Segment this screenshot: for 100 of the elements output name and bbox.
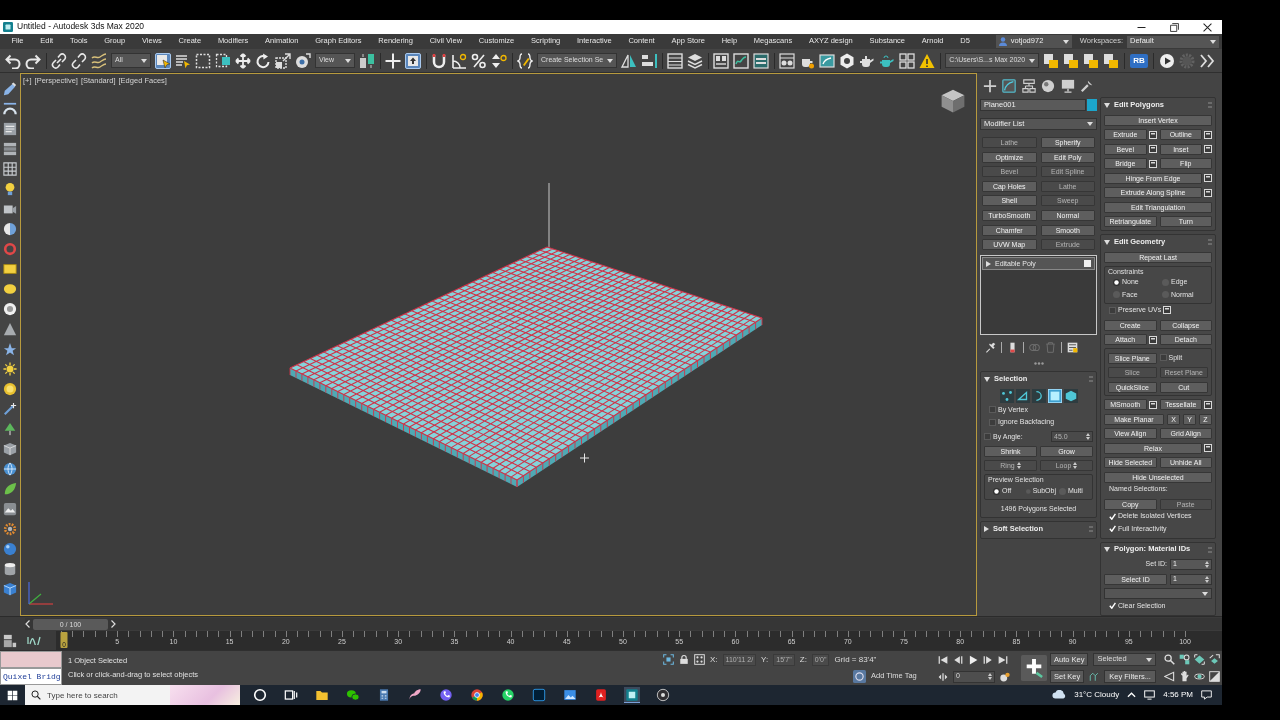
settings-square-icon[interactable] — [1204, 174, 1212, 182]
spinner-arrows-icon[interactable] — [988, 673, 992, 680]
mirror-triangles-icon[interactable] — [621, 52, 638, 69]
circle-icon[interactable] — [1041, 79, 1056, 93]
magnet-icon[interactable] — [431, 52, 447, 69]
move-arrows-icon[interactable] — [235, 52, 251, 69]
dot-pair-icon[interactable] — [1000, 671, 1010, 682]
layers-icon[interactable] — [687, 52, 704, 69]
pin-icon[interactable] — [985, 341, 996, 353]
chevron-up-icon[interactable] — [1127, 692, 1137, 698]
star-icon[interactable] — [2, 342, 17, 356]
field-of-view-icon[interactable] — [1164, 671, 1175, 682]
arrow-square-icon[interactable] — [405, 52, 421, 69]
document-icon[interactable] — [2, 122, 17, 136]
cursor-square-icon[interactable] — [155, 52, 171, 69]
zigzag-icon[interactable] — [1089, 671, 1100, 682]
clock-time[interactable]: 4:56 PM — [1163, 690, 1193, 700]
pencil-icon[interactable] — [2, 82, 17, 96]
chevron-right-icon[interactable] — [111, 620, 116, 628]
dashed-square-icon[interactable] — [195, 52, 211, 69]
gear-icon[interactable] — [2, 522, 17, 536]
document-icon[interactable] — [593, 687, 609, 703]
radio-button[interactable] — [993, 487, 1000, 495]
close-icon[interactable] — [1203, 22, 1212, 32]
lock-icon[interactable] — [679, 654, 689, 665]
checkbox[interactable] — [1109, 307, 1116, 314]
settings-square-icon[interactable] — [1204, 400, 1212, 409]
minimize-icon[interactable] — [1137, 26, 1146, 28]
blocks-icon[interactable] — [3, 633, 17, 648]
cube-icon[interactable] — [940, 88, 966, 114]
chain-link-icon[interactable] — [51, 52, 67, 69]
dice-icon[interactable] — [694, 654, 705, 665]
circle-ring-icon[interactable] — [252, 687, 268, 703]
go-to-end-icon[interactable] — [998, 654, 1008, 665]
frame-window-icon[interactable] — [819, 52, 836, 69]
checkbox[interactable] — [984, 433, 991, 441]
triangle-edge-icon[interactable] — [1015, 388, 1030, 403]
cube-icon[interactable] — [2, 442, 17, 456]
overlap-squares-icon[interactable] — [1103, 52, 1120, 69]
checkbox[interactable] — [989, 406, 996, 414]
disc-icon[interactable] — [2, 302, 17, 316]
chevron-left-icon[interactable] — [25, 620, 30, 628]
tree-icon[interactable] — [2, 422, 17, 436]
zoom-icon[interactable] — [1164, 654, 1175, 665]
rb-button[interactable]: RB — [1130, 53, 1148, 68]
warning-icon[interactable] — [919, 52, 936, 69]
stack-icon[interactable] — [2, 142, 17, 156]
tri-color-circle-icon[interactable] — [469, 687, 485, 703]
pan-hand-icon[interactable] — [1179, 671, 1190, 682]
sun-icon[interactable] — [2, 362, 17, 376]
monitor-icon[interactable] — [1060, 79, 1075, 93]
vertical-bar-icon[interactable] — [1007, 341, 1018, 353]
task-view-icon[interactable] — [283, 687, 299, 703]
wrench-icon[interactable] — [1079, 79, 1094, 93]
crossing-square-icon[interactable] — [215, 52, 231, 69]
hierarchy-icon[interactable] — [1021, 79, 1036, 93]
resize-grip-icon[interactable] — [1033, 362, 1044, 366]
expand-triangle-icon[interactable] — [986, 260, 991, 267]
align-bars-icon[interactable] — [641, 52, 658, 69]
braces-pencil-icon[interactable] — [517, 52, 533, 69]
grid-tiles-icon[interactable] — [899, 52, 916, 69]
rectangle-icon[interactable] — [2, 262, 17, 276]
chevrons-icon[interactable] — [1198, 52, 1215, 69]
split-arrows-icon[interactable] — [938, 671, 948, 682]
placement-sphere-icon[interactable] — [295, 52, 311, 69]
globe-icon[interactable] — [2, 462, 17, 476]
curve-square-icon[interactable] — [1002, 79, 1017, 93]
search-box[interactable]: Type here to search — [25, 685, 240, 705]
radio-button[interactable] — [1113, 279, 1120, 286]
plus-tile-icon[interactable] — [1021, 655, 1047, 681]
settings-square-icon[interactable] — [1204, 444, 1212, 452]
open-loop-icon[interactable] — [1031, 388, 1046, 403]
mini-curve-icon[interactable] — [27, 636, 41, 645]
settings-square-icon[interactable] — [1148, 130, 1157, 139]
pivot-blocks-icon[interactable] — [359, 52, 375, 69]
go-to-start-icon[interactable] — [938, 654, 948, 665]
maximize-viewport-icon[interactable] — [1209, 671, 1220, 682]
next-frame-icon[interactable] — [983, 654, 993, 665]
spinner-arrows-icon[interactable] — [1205, 575, 1209, 583]
play-icon[interactable] — [968, 654, 978, 665]
ring-icon[interactable] — [2, 242, 17, 256]
picture-tile-icon[interactable] — [2, 502, 17, 516]
record-circle-icon[interactable] — [655, 687, 671, 703]
previous-frame-icon[interactable] — [953, 654, 963, 665]
windows-logo-icon[interactable] — [7, 689, 18, 701]
settings-square-icon[interactable] — [1163, 306, 1172, 315]
search-field[interactable]: Type here to search — [47, 687, 164, 703]
schematic-window-icon[interactable] — [753, 52, 770, 69]
cloud-icon[interactable] — [1052, 690, 1067, 700]
grid-icon[interactable] — [2, 162, 17, 176]
overlap-squares-icon[interactable] — [1063, 52, 1080, 69]
phone-bubble-icon[interactable] — [438, 687, 454, 703]
settings-square-icon[interactable] — [1148, 159, 1157, 168]
phone-bubble-icon[interactable] — [500, 687, 516, 703]
wave-lines-icon[interactable] — [91, 52, 107, 69]
zoom-all-icon[interactable] — [1179, 654, 1190, 665]
cone-icon[interactable] — [2, 322, 17, 336]
chat-bubbles-icon[interactable] — [345, 687, 361, 703]
half-circle-icon[interactable] — [2, 222, 17, 236]
settings-square-icon[interactable] — [1148, 400, 1157, 409]
